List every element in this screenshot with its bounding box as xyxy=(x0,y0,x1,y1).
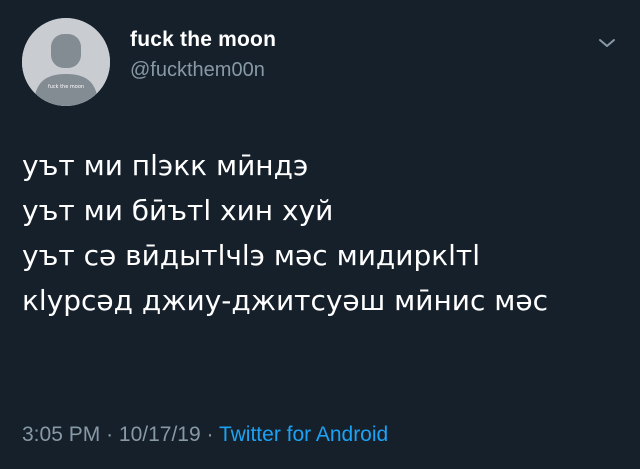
tweet-card: fuck the moon fuck the moon @fuckthem00n… xyxy=(0,0,640,469)
tweet-date[interactable]: 10/17/19 xyxy=(119,423,201,446)
meta-separator: · xyxy=(206,423,214,446)
avatar-caption: fuck the moon xyxy=(47,84,85,90)
default-profile-silhouette-icon xyxy=(22,18,110,106)
tweet-body-line: уът сә вӣдытӏчӏэ мәс мидиркӏтӏ xyxy=(22,239,481,272)
author-display-name[interactable]: fuck the moon xyxy=(130,28,276,52)
tweet-body-line: уът ми пӏэкк мӣндэ xyxy=(22,149,309,182)
tweet-source-link[interactable]: Twitter for Android xyxy=(219,423,388,446)
author-handle[interactable]: @fuckthem00n xyxy=(130,59,265,82)
avatar[interactable]: fuck the moon xyxy=(22,18,110,106)
tweet-body: уът ми пӏэкк мӣндэ уът ми бӣътӏ хин хуй … xyxy=(22,143,622,323)
meta-separator: · xyxy=(106,423,114,446)
tweet-body-line: кӏурсәд джиу-джитсуәш мӣнис мәс xyxy=(22,284,549,317)
tweet-body-line: уът ми бӣътӏ хин хуй xyxy=(22,194,334,227)
tweet-time[interactable]: 3:05 PM xyxy=(22,423,100,446)
tweet-meta: 3:05 PM · 10/17/19 · Twitter for Android xyxy=(22,423,388,447)
chevron-down-icon[interactable] xyxy=(597,36,617,50)
